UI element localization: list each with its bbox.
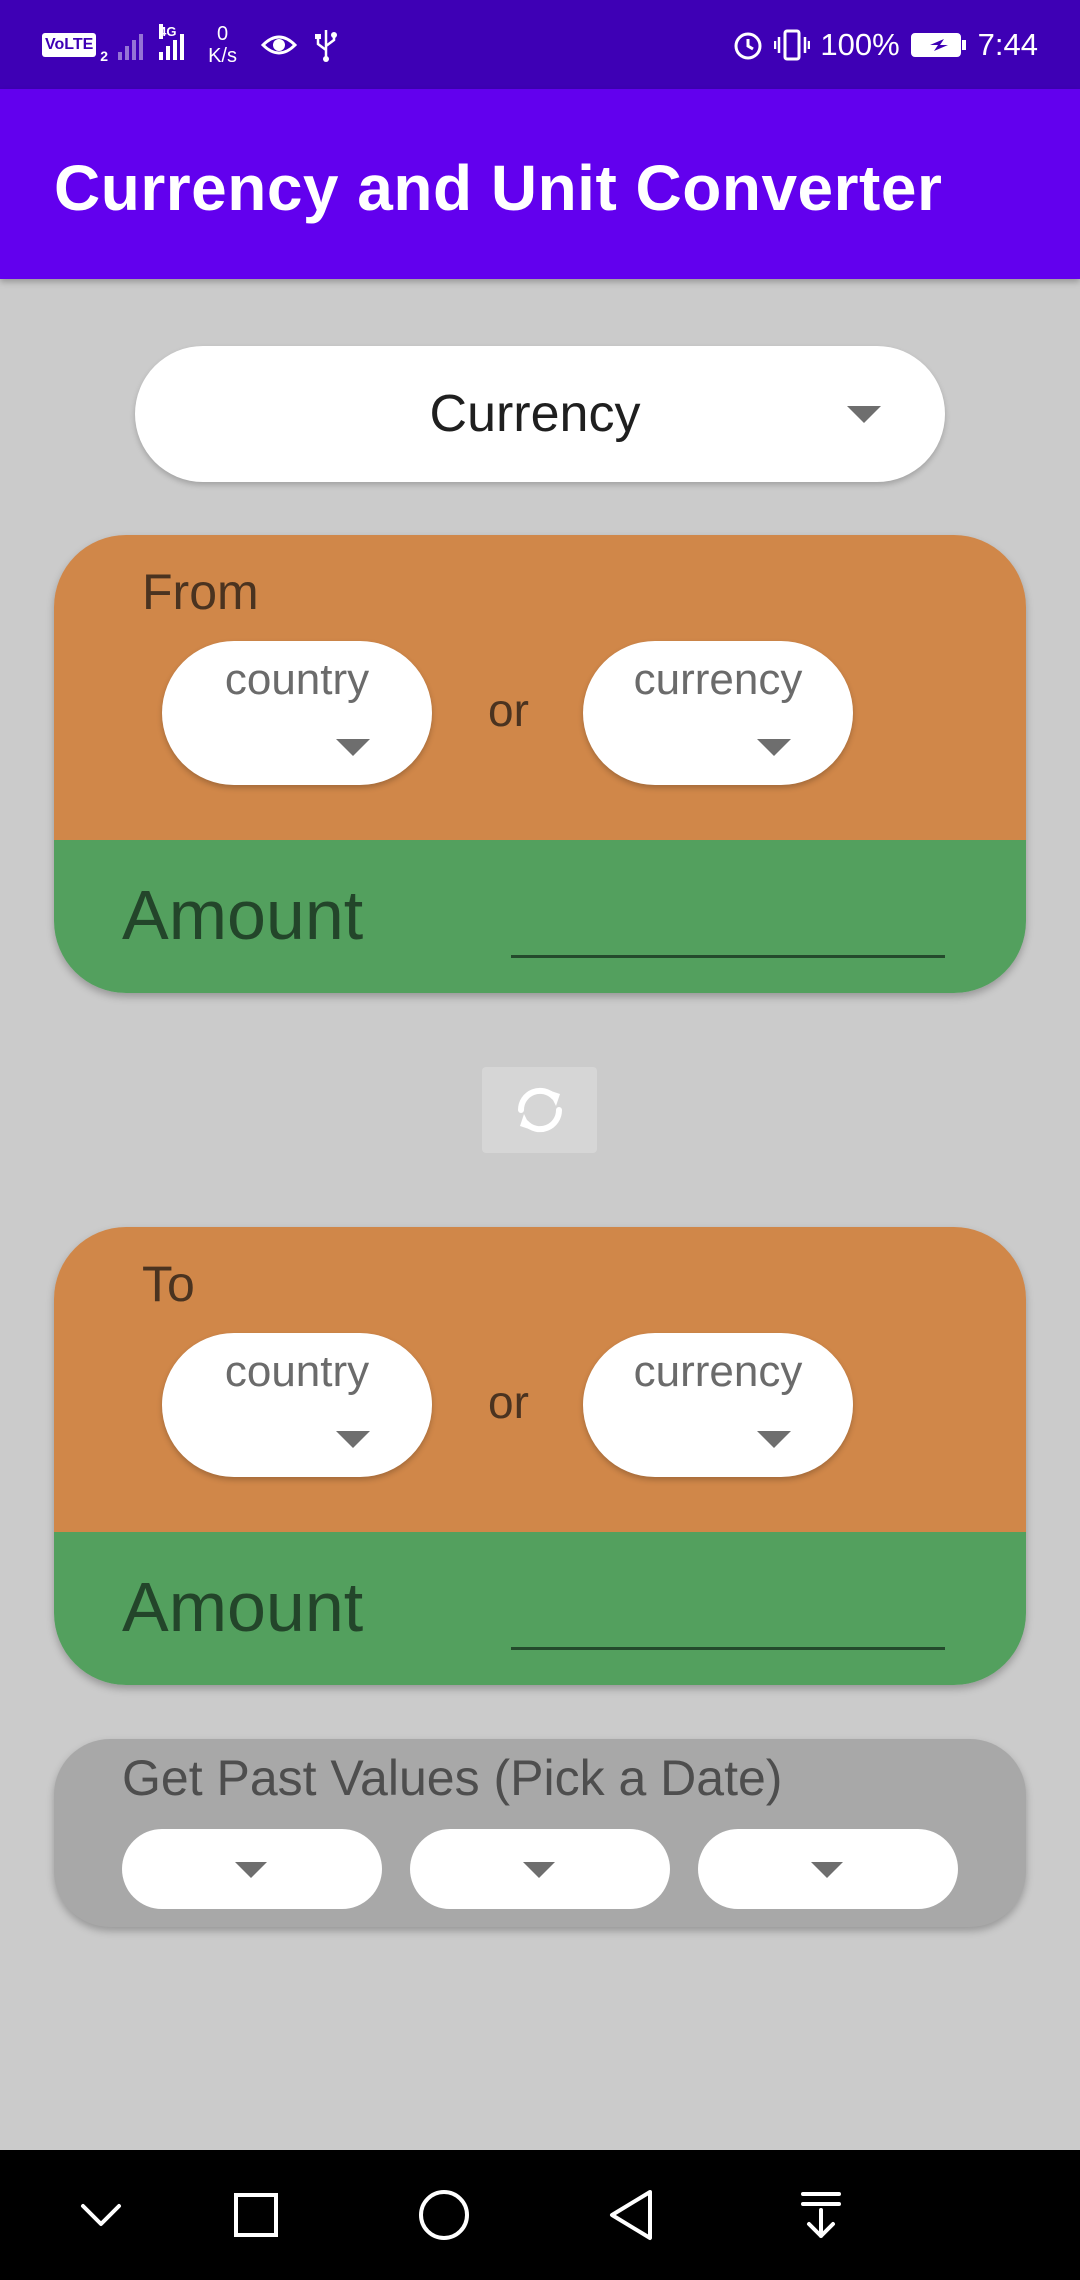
swap-icon [517, 1087, 562, 1133]
usb-icon [313, 28, 339, 62]
net-speed-value: 0 [216, 23, 229, 45]
status-bar-right: 100% 7:44 [732, 20, 1038, 70]
battery-percent: 100% [820, 27, 900, 62]
to-amount-panel: Amount [54, 1532, 1026, 1685]
status-bar: VoLTE 2 4G 0 K/s 100% 7:44 [0, 0, 1080, 89]
month-spinner[interactable] [410, 1829, 670, 1909]
signal-sim1-icon [118, 30, 144, 60]
year-spinner[interactable] [122, 1829, 382, 1909]
mode-spinner[interactable]: Currency [135, 346, 945, 482]
to-or-label: or [488, 1376, 529, 1428]
navigation-bar [0, 2150, 1080, 2280]
vibrate-icon [774, 28, 811, 62]
to-amount-label: Amount [122, 1568, 364, 1646]
eye-icon [261, 31, 297, 59]
back-icon [610, 2190, 652, 2240]
mode-spinner-value: Currency [429, 385, 641, 443]
to-amount-input[interactable] [511, 1580, 945, 1650]
day-spinner[interactable] [698, 1829, 958, 1909]
chevron-down-icon [81, 2204, 121, 2226]
clock: 7:44 [977, 27, 1038, 62]
dropdown-caret-icon [847, 406, 881, 423]
alarm-icon [732, 29, 764, 61]
past-values-panel: Get Past Values (Pick a Date) [54, 1739, 1026, 1927]
from-or-label: or [488, 684, 529, 736]
home-button[interactable] [409, 2180, 479, 2250]
dropdown-caret-icon [757, 1431, 791, 1448]
to-selection-panel: To country or currency [54, 1227, 1026, 1532]
past-values-label: Get Past Values (Pick a Date) [122, 1750, 783, 1806]
from-currency-hint: currency [633, 655, 803, 704]
net-speed-unit: K/s [208, 45, 237, 67]
dropdown-caret-icon [336, 1431, 370, 1448]
from-amount-panel: Amount [54, 840, 1026, 993]
back-button[interactable] [596, 2180, 666, 2250]
dropdown-caret-icon [235, 1862, 267, 1878]
recents-icon [234, 2193, 278, 2237]
to-card: To country or currency Amount [54, 1227, 1026, 1685]
to-currency-hint: currency [633, 1347, 803, 1396]
from-card: From country or currency Amount [54, 535, 1026, 993]
sim2-label: 2 [100, 48, 109, 64]
to-country-hint: country [224, 1347, 370, 1396]
from-amount-input[interactable] [511, 888, 945, 958]
volte-icon: VoLTE [42, 33, 97, 57]
from-selection-panel: From country or currency [54, 535, 1026, 840]
hide-nav-button[interactable] [66, 2180, 136, 2250]
battery-charging-icon [910, 31, 968, 59]
signal-4g-icon: 4G [159, 24, 185, 60]
from-country-hint: country [224, 655, 370, 704]
from-currency-spinner[interactable]: currency [583, 641, 853, 785]
net-speed: 0 K/s [208, 23, 237, 67]
notification-pull-button[interactable] [786, 2180, 856, 2250]
dropdown-caret-icon [523, 1862, 555, 1878]
swap-button[interactable] [482, 1067, 597, 1153]
home-icon [419, 2190, 469, 2240]
from-amount-label: Amount [122, 876, 364, 954]
app-bar: Currency and Unit Converter [0, 89, 1080, 279]
dropdown-caret-icon [757, 739, 791, 756]
app-title: Currency and Unit Converter [54, 152, 943, 224]
notification-pull-icon [801, 2192, 841, 2238]
status-bar-left: VoLTE 2 4G 0 K/s [42, 20, 339, 70]
to-label: To [142, 1256, 195, 1312]
to-country-spinner[interactable]: country [162, 1333, 432, 1477]
dropdown-caret-icon [336, 739, 370, 756]
network-type-label: 4G [159, 24, 177, 39]
dropdown-caret-icon [811, 1862, 843, 1878]
to-currency-spinner[interactable]: currency [583, 1333, 853, 1477]
from-country-spinner[interactable]: country [162, 641, 432, 785]
from-label: From [142, 564, 259, 620]
recents-button[interactable] [221, 2180, 291, 2250]
